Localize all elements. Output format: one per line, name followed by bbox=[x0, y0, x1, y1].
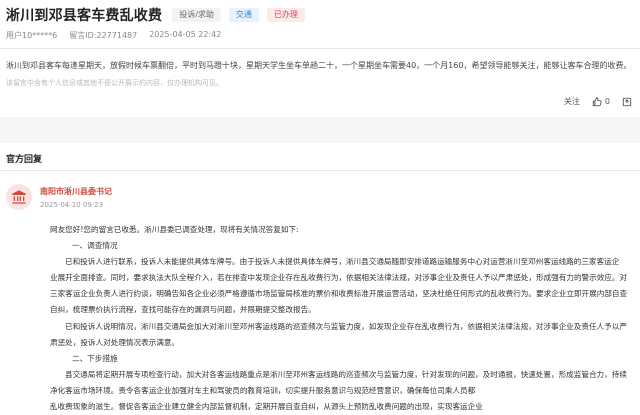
reply-line: 县交通局将定期开展专项检查行动，加大对各客运线路重点是淅川至邓州客运线路的巡查频… bbox=[65, 369, 627, 379]
reply-line: 业展开全面排查。同时，要求执法大队全程介入，若在排查中发现企业存在乱收费行为，依… bbox=[50, 273, 628, 283]
post-title: 淅川到邓县客车费乱收费 bbox=[6, 8, 163, 24]
reply-time: 2025-04-10 09:23 bbox=[40, 201, 104, 209]
post-id: 留言ID:22771487 bbox=[69, 31, 138, 40]
post-content: 淅川到邓县客车每逢星期天，放假时候车票翻倍，平时到马蹬十块，星期天学生坐车单趟二… bbox=[6, 61, 632, 70]
reply-line: 肃惩处，投诉人对处理情况表示满意。 bbox=[50, 337, 180, 347]
reply-line: 已和投诉人说明情况，淅川县交通局会加大对淅川至邓州客运线路的巡查频次与监管力度，… bbox=[65, 321, 627, 331]
reply-line: 三家客运企业负责人进行约谈，明确告知各企业必须严格遵循市场监管局核准的票价和收费… bbox=[50, 289, 628, 299]
tag-category[interactable]: 投诉/求助 bbox=[172, 8, 221, 22]
tag-domain[interactable]: 交通 bbox=[228, 8, 259, 22]
reply-line: 已和投诉人进行联系，投诉人未能提供具体车牌号。由于投诉人未提供具体车牌号，淅川县… bbox=[65, 257, 620, 267]
avatar bbox=[6, 184, 32, 210]
post-actions: 关注 0 bbox=[564, 96, 632, 107]
title-row: 淅川到邓县客车费乱收费 投诉/求助 交通 已办理 bbox=[6, 4, 634, 26]
like-count: 0 bbox=[604, 97, 610, 106]
reply-header: 南阳市淅川县委书记 2025-04-10 09:23 bbox=[6, 184, 112, 210]
tag-status: 已办理 bbox=[266, 8, 305, 22]
government-building-icon bbox=[12, 190, 26, 204]
reply-line: 净化客运市场环境。责令各客运企业加强对车主和驾驶员的教育培训，切实提升服务意识与… bbox=[50, 385, 476, 395]
header-divider bbox=[0, 48, 640, 49]
reply-content: 网友您好!您的留言已收悉。淅川县委已调查处理，现将有关情况答复如下: 一、调查情… bbox=[50, 222, 634, 415]
official-reply-title: 官方回复 bbox=[6, 155, 43, 165]
thumbs-up-icon bbox=[592, 96, 602, 106]
privacy-notice: 该留言中含有个人信息或其他不便公开展示的内容，仅办理机构可见。 bbox=[6, 79, 223, 87]
post-user: 用户10*****6 bbox=[6, 31, 58, 40]
reply-line: 网友您好!您的留言已收悉。淅川县委已调查处理，现将有关情况答复如下: bbox=[50, 225, 299, 234]
reply-heading: 二、下步措施 bbox=[72, 353, 118, 363]
reply-org-name[interactable]: 南阳市淅川县委书记 bbox=[40, 186, 112, 197]
share-icon[interactable] bbox=[622, 97, 632, 107]
reply-line: 乱收费现象的滋生。督促各客运企业建立健全内部监督机制，定期开展自查自纠，从源头上… bbox=[50, 402, 483, 412]
post-header: 淅川到邓县客车费乱收费 投诉/求助 交通 已办理 用户10*****6 留言ID… bbox=[6, 4, 634, 41]
follow-button[interactable]: 关注 bbox=[564, 96, 580, 107]
post-meta: 用户10*****6 留言ID:22771487 2025-04-05 22:4… bbox=[6, 30, 634, 41]
section-gap bbox=[0, 117, 640, 143]
like-button[interactable]: 0 bbox=[592, 96, 610, 107]
reply-divider bbox=[0, 170, 640, 171]
reply-line: 自纠，梳理票价执行流程，查找可能存在的漏洞与问题，并限期提交整改报告。 bbox=[50, 305, 316, 315]
reply-heading: 一、调查情况 bbox=[72, 241, 118, 251]
org-info: 南阳市淅川县委书记 2025-04-10 09:23 bbox=[40, 186, 112, 209]
post-time: 2025-04-05 22:42 bbox=[149, 30, 222, 39]
